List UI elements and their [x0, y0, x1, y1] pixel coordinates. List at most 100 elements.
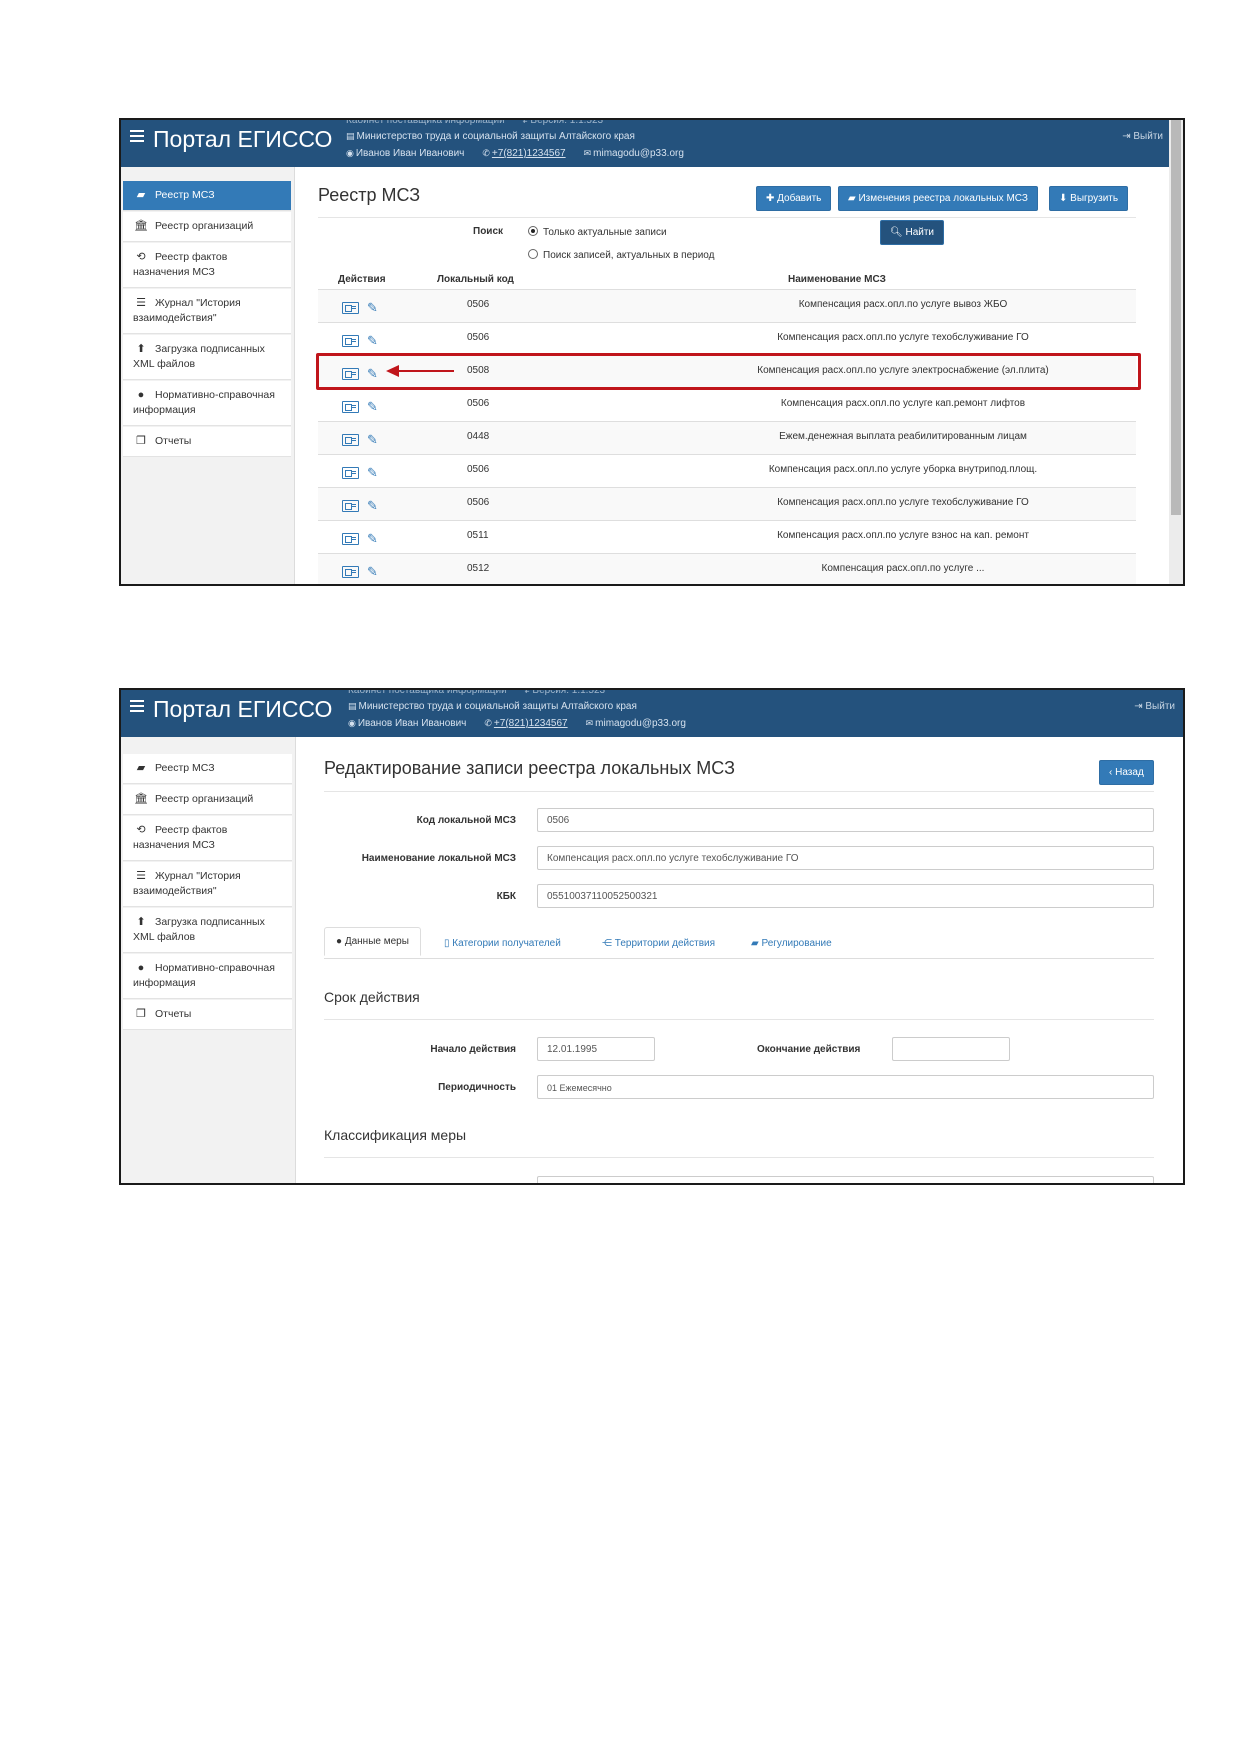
- code-field[interactable]: 0506: [537, 808, 1154, 832]
- view-card-icon[interactable]: [342, 499, 359, 512]
- code-label: Код локальной МСЗ: [416, 815, 516, 826]
- radio-period[interactable]: Поиск записей, актуальных в период: [528, 249, 714, 261]
- brand-title[interactable]: Портал ЕГИССО: [153, 126, 332, 153]
- end-label: Окончание действия: [757, 1044, 861, 1055]
- sidebar-item-label: Журнал "История: [155, 870, 241, 882]
- name-field[interactable]: Компенсация расх.опл.по услуге техобслуж…: [537, 846, 1154, 870]
- list-icon: ▤: [348, 701, 357, 711]
- phone-icon: ✆: [482, 148, 490, 158]
- cabinet-info: Кабинет поставщика информации ₽ Версия: 1.…: [348, 690, 605, 696]
- sidebar-item-journal[interactable]: ☰ Журнал "История взаимодействия": [123, 289, 291, 334]
- row-code: 0506: [467, 398, 490, 409]
- table-row[interactable]: ✎ 0506 Компенсация расх.опл.по услуге уб…: [318, 454, 1136, 487]
- tab-regulation[interactable]: ▰ Регулирование: [751, 938, 832, 949]
- sidebar-item-reference[interactable]: ● Нормативно-справочная информация: [123, 381, 291, 426]
- sidebar: ▰ Реестр МСЗ 🏛 Реестр организаций ⟲ Реестр …: [121, 737, 296, 1183]
- table-row[interactable]: ✎ 0506 Компенсация расх.опл.по услуге те…: [318, 487, 1136, 520]
- upload-icon: ⬆: [136, 916, 146, 928]
- divider: [318, 217, 1136, 218]
- sidebar-item-registry[interactable]: ▰ Реестр МСЗ: [123, 181, 291, 211]
- radio-unchecked-icon: [528, 249, 538, 259]
- find-button[interactable]: 🔍︎ Найти: [880, 220, 945, 245]
- edit-icon[interactable]: ✎: [367, 499, 378, 512]
- periodicity-label: Периодичность: [438, 1082, 516, 1093]
- view-card-icon[interactable]: [342, 565, 359, 578]
- period-section-title: Срок действия: [324, 989, 420, 1005]
- view-card-icon[interactable]: [342, 466, 359, 479]
- file-icon: ▯: [444, 938, 450, 949]
- phone-link[interactable]: +7(821)1234567: [492, 148, 566, 159]
- sidebar-item-label-2: XML файлов: [133, 931, 196, 943]
- edit-icon[interactable]: ✎: [367, 466, 378, 479]
- sidebar-item-reports[interactable]: ❐ Отчеты: [123, 427, 291, 457]
- changes-button[interactable]: ▰ Изменения реестра локальных МСЗ: [838, 186, 1038, 211]
- view-card-icon[interactable]: [342, 301, 359, 314]
- edit-icon[interactable]: ✎: [367, 565, 378, 578]
- back-button[interactable]: ‹ Назад: [1099, 760, 1154, 785]
- menu-icon[interactable]: [130, 700, 144, 715]
- brand-title[interactable]: Портал ЕГИССО: [153, 696, 332, 723]
- radio-period-label: Поиск записей, актуальных в период: [543, 250, 715, 261]
- search-label: Поиск: [473, 226, 504, 237]
- sidebar-item-registry[interactable]: ▰ Реестр МСЗ: [123, 754, 292, 784]
- table-row[interactable]: ✎ 0506 Компенсация расх.опл.по услуге те…: [318, 322, 1136, 355]
- edit-icon[interactable]: ✎: [367, 301, 378, 314]
- table-row[interactable]: ✎ 0448 Ежем.денежная выплата реабилитиро…: [318, 421, 1136, 454]
- tab-label: Данные меры: [344, 936, 409, 947]
- info-icon: ●: [137, 962, 145, 974]
- view-card-icon[interactable]: [342, 400, 359, 413]
- phone-link[interactable]: +7(821)1234567: [494, 718, 568, 729]
- table-row[interactable]: ✎ 0506 Компенсация расх.опл.по услуге вы…: [318, 289, 1136, 322]
- add-button[interactable]: ✚ Добавить: [756, 186, 832, 211]
- tasks-icon: ☰: [136, 870, 146, 882]
- sidebar-item-upload[interactable]: ⬆ Загрузка подписанных XML файлов: [123, 908, 292, 953]
- sidebar-item-facts[interactable]: ⟲ Реестр фактов назначения МСЗ: [123, 816, 292, 861]
- version-label: Версия: 1.1.523: [530, 118, 604, 126]
- sidebar-item-organizations[interactable]: 🏛 Реестр организаций: [123, 785, 292, 815]
- kbk-field[interactable]: 05510037110052500321: [537, 884, 1154, 908]
- sidebar-item-reference[interactable]: ● Нормативно-справочная информация: [123, 954, 292, 999]
- table-row[interactable]: ✎ 0512 Компенсация расх.опл.по услуге ..…: [318, 553, 1136, 584]
- row-code: 0506: [467, 464, 490, 475]
- sidebar-item-organizations[interactable]: 🏛 Реестр организаций: [123, 212, 291, 242]
- periodicity-select[interactable]: 01 Ежемесячно: [537, 1075, 1154, 1099]
- back-button-label: Назад: [1115, 767, 1144, 778]
- sidebar-item-label: Журнал "История: [155, 297, 241, 309]
- radio-actual[interactable]: Только актуальные записи: [528, 226, 667, 238]
- tab-territories[interactable]: ⋲ Территории действия: [602, 938, 715, 949]
- logout-button[interactable]: ⇥ Выйти: [1122, 131, 1163, 142]
- edit-icon[interactable]: ✎: [367, 433, 378, 446]
- sidebar-item-facts[interactable]: ⟲ Реестр фактов назначения МСЗ: [123, 243, 291, 288]
- view-card-icon[interactable]: [342, 334, 359, 347]
- cabinet-label: Кабинет поставщика информации: [346, 118, 505, 126]
- handshake-icon: ⟲: [136, 824, 146, 836]
- sidebar-item-label: Нормативно-справочная: [155, 962, 275, 974]
- user-icon: ◉: [346, 148, 354, 158]
- view-card-icon[interactable]: [342, 532, 359, 545]
- tab-recipient-categories[interactable]: ▯ Категории получателей: [444, 938, 561, 949]
- logout-button[interactable]: ⇥ Выйти: [1134, 701, 1175, 712]
- row-actions: ✎: [342, 431, 378, 449]
- table-row[interactable]: ✎ 0511 Компенсация расх.опл.по услуге вз…: [318, 520, 1136, 553]
- view-card-icon[interactable]: [342, 433, 359, 446]
- export-button[interactable]: ⬇ Выгрузить: [1049, 186, 1129, 211]
- table-row[interactable]: ✎ 0506 Компенсация расх.опл.по услуге ка…: [318, 388, 1136, 421]
- end-date-field[interactable]: [892, 1037, 1010, 1061]
- scroll-thumb[interactable]: [1171, 120, 1181, 515]
- classification-field[interactable]: [537, 1176, 1154, 1183]
- edit-icon[interactable]: ✎: [367, 532, 378, 545]
- edit-icon[interactable]: ✎: [367, 334, 378, 347]
- sidebar-item-label-2: информация: [133, 404, 196, 416]
- row-actions: ✎: [342, 563, 378, 581]
- scrollbar[interactable]: [1169, 120, 1183, 584]
- search-icon: 🔍︎: [890, 227, 903, 238]
- tab-measure-data[interactable]: ● Данные меры: [324, 927, 421, 956]
- menu-icon[interactable]: [130, 130, 144, 145]
- start-date-field[interactable]: 12.01.1995: [537, 1037, 655, 1061]
- sidebar-item-upload[interactable]: ⬆ Загрузка подписанных XML файлов: [123, 335, 291, 380]
- name-label: Наименование локальной МСЗ: [361, 853, 516, 864]
- user-icon: ◉: [348, 718, 356, 728]
- sidebar-item-reports[interactable]: ❐ Отчеты: [123, 1000, 292, 1030]
- edit-icon[interactable]: ✎: [367, 400, 378, 413]
- sidebar-item-journal[interactable]: ☰ Журнал "История взаимодействия": [123, 862, 292, 907]
